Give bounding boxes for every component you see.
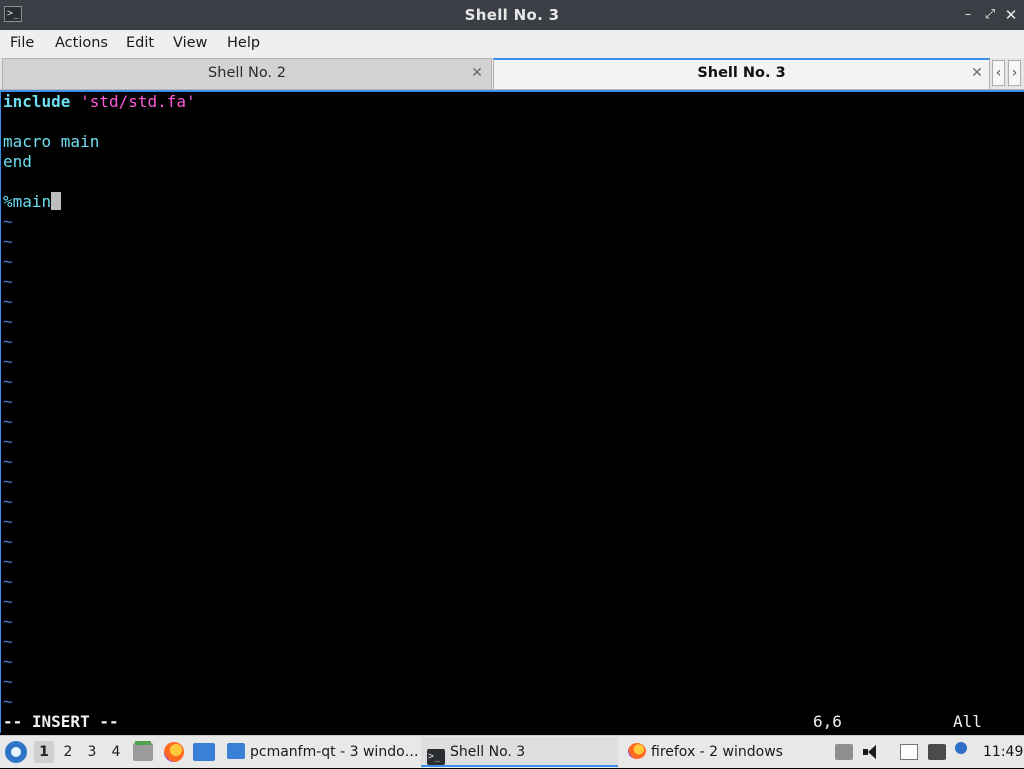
tilde-line: ~ — [3, 612, 13, 631]
close-window-button[interactable]: ✕ — [1002, 5, 1020, 25]
tilde-line: ~ — [3, 452, 13, 471]
tab-label: Shell No. 2 — [208, 65, 286, 81]
tilde-line: ~ — [3, 352, 13, 371]
clock[interactable]: 11:49 — [983, 736, 1023, 769]
tilde-line: ~ — [3, 472, 13, 491]
editor-line-6: %main — [3, 192, 62, 212]
tilde-line: ~ — [3, 392, 13, 411]
menu-bar: File Actions Edit View Help — [0, 30, 1024, 58]
tilde-line: ~ — [3, 292, 13, 311]
workspace-4[interactable]: 4 — [106, 741, 126, 763]
folder-icon — [227, 743, 245, 759]
tilde-line: ~ — [3, 312, 13, 331]
clipboard-icon[interactable] — [900, 744, 918, 760]
firefox-icon — [628, 743, 646, 759]
update-notifier-icon[interactable] — [955, 742, 967, 754]
start-menu-icon[interactable] — [5, 741, 27, 763]
network-icon[interactable] — [928, 744, 946, 760]
tilde-line: ~ — [3, 212, 13, 231]
menu-view[interactable]: View — [173, 30, 207, 56]
tab-close-icon[interactable]: ✕ — [470, 65, 484, 81]
task-shell-3[interactable]: >_ Shell No. 3 — [421, 737, 618, 767]
minimize-button[interactable]: – — [959, 5, 977, 25]
tilde-line: ~ — [3, 592, 13, 611]
task-pcmanfm[interactable]: pcmanfm-qt - 3 windo… — [222, 737, 418, 767]
menu-file[interactable]: File — [10, 30, 34, 56]
include-path-string: 'std/std.fa' — [80, 92, 196, 111]
terminal-icon: >_ — [427, 749, 445, 765]
tilde-line: ~ — [3, 272, 13, 291]
tab-shell-3[interactable]: Shell No. 3 ✕ — [493, 58, 990, 89]
firefox-launcher-icon[interactable] — [164, 742, 184, 762]
tilde-line: ~ — [3, 692, 13, 711]
tab-close-icon[interactable]: ✕ — [970, 65, 984, 81]
editor-line-1: include 'std/std.fa' — [3, 92, 196, 112]
tilde-line: ~ — [3, 492, 13, 511]
tab-scroll-left-button[interactable]: ‹ — [992, 60, 1005, 86]
tilde-line: ~ — [3, 332, 13, 351]
window-title: Shell No. 3 — [464, 6, 560, 24]
task-label: firefox - 2 windows — [651, 744, 783, 760]
tilde-line: ~ — [3, 232, 13, 251]
tilde-line: ~ — [3, 652, 13, 671]
tilde-line: ~ — [3, 252, 13, 271]
tilde-line: ~ — [3, 412, 13, 431]
terminal-area[interactable]: include 'std/std.fa' macro main end %mai… — [0, 90, 1024, 733]
text-cursor — [51, 192, 62, 210]
vim-status-line: -- INSERT -- 6,6 All — [3, 712, 1021, 732]
tab-label: Shell No. 3 — [697, 65, 786, 81]
tab-scroll-right-button[interactable]: › — [1008, 60, 1021, 86]
tilde-line: ~ — [3, 672, 13, 691]
taskbar: 1 2 3 4 pcmanfm-qt - 3 windo… >_ Shell No… — [0, 735, 1024, 768]
editor-line-4: end — [3, 152, 32, 171]
menu-help[interactable]: Help — [227, 30, 260, 56]
tilde-line: ~ — [3, 532, 13, 551]
editor-line-3: macro main — [3, 132, 100, 151]
insert-mode-indicator: -- INSERT -- — [3, 712, 119, 731]
show-desktop-icon[interactable] — [193, 743, 215, 761]
workspace-3[interactable]: 3 — [82, 741, 102, 763]
tilde-line: ~ — [3, 512, 13, 531]
include-keyword: include — [3, 92, 71, 111]
tab-shell-2[interactable]: Shell No. 2 ✕ — [2, 58, 492, 89]
removable-media-icon[interactable] — [835, 744, 853, 760]
tilde-line: ~ — [3, 632, 13, 651]
menu-actions[interactable]: Actions — [55, 30, 108, 56]
task-firefox[interactable]: firefox - 2 windows — [622, 737, 822, 767]
cursor-position: 6,6 — [813, 712, 842, 731]
task-label: Shell No. 3 — [450, 744, 526, 760]
workspace-2[interactable]: 2 — [58, 741, 78, 763]
window-titlebar: >_ Shell No. 3 – ⤢ ✕ — [0, 0, 1024, 30]
tilde-line: ~ — [3, 372, 13, 391]
task-label: pcmanfm-qt - 3 windo… — [250, 744, 418, 760]
scroll-position: All — [953, 712, 982, 731]
volume-icon[interactable] — [862, 744, 880, 760]
workspace-1[interactable]: 1 — [34, 741, 54, 763]
macro-call: %main — [3, 192, 52, 211]
tilde-line: ~ — [3, 432, 13, 451]
menu-edit[interactable]: Edit — [126, 30, 154, 56]
tab-bar: Shell No. 2 ✕ Shell No. 3 ✕ ‹ › — [0, 58, 1024, 90]
tilde-line: ~ — [3, 552, 13, 571]
tilde-line: ~ — [3, 572, 13, 591]
maximize-button[interactable]: ⤢ — [981, 5, 999, 25]
file-manager-launcher-icon[interactable] — [133, 741, 153, 761]
